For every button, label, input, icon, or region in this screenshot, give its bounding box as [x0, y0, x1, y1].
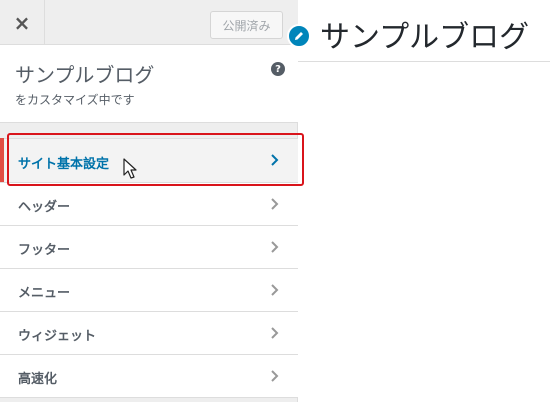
publish-button[interactable]: 公開済み — [210, 11, 283, 39]
customizer-header: × 公開済み — [0, 0, 298, 45]
section-speedup[interactable]: 高速化 — [0, 355, 298, 398]
section-widgets[interactable]: ウィジェット — [0, 312, 298, 355]
section-label: ウィジェット — [18, 329, 97, 344]
site-title: サンプルブログ — [15, 63, 155, 87]
pencil-icon — [295, 32, 303, 40]
active-section-indicator — [0, 138, 4, 182]
customizing-subtitle: をカスタマイズ中です — [15, 93, 135, 107]
section-label: ヘッダー — [18, 200, 71, 215]
customizer-info: サンプルブログ をカスタマイズ中です ? — [0, 45, 298, 123]
section-footer[interactable]: フッター — [0, 226, 298, 269]
section-label: 高速化 — [18, 372, 58, 387]
chevron-right-icon — [271, 327, 279, 339]
close-icon: × — [13, 10, 31, 35]
mouse-cursor-icon — [123, 158, 137, 179]
close-button[interactable]: × — [0, 0, 45, 45]
help-icon[interactable]: ? — [271, 62, 285, 76]
chevron-right-icon — [271, 241, 279, 253]
section-header[interactable]: ヘッダー — [0, 183, 298, 226]
section-label: フッター — [18, 243, 71, 258]
preview-header: サンプルブログ — [298, 0, 550, 62]
edit-shortcut-button[interactable] — [287, 24, 311, 48]
preview-site-title[interactable]: サンプルブログ — [320, 12, 529, 56]
customizer-sidebar: × 公開済み サンプルブログ をカスタマイズ中です ? サイト基本設定 ヘッダー… — [0, 0, 298, 402]
chevron-right-icon — [271, 370, 279, 382]
highlight-annotation — [7, 133, 304, 186]
section-label: メニュー — [18, 286, 71, 301]
chevron-right-icon — [271, 284, 279, 296]
chevron-right-icon — [271, 198, 279, 210]
section-menus[interactable]: メニュー — [0, 269, 298, 312]
